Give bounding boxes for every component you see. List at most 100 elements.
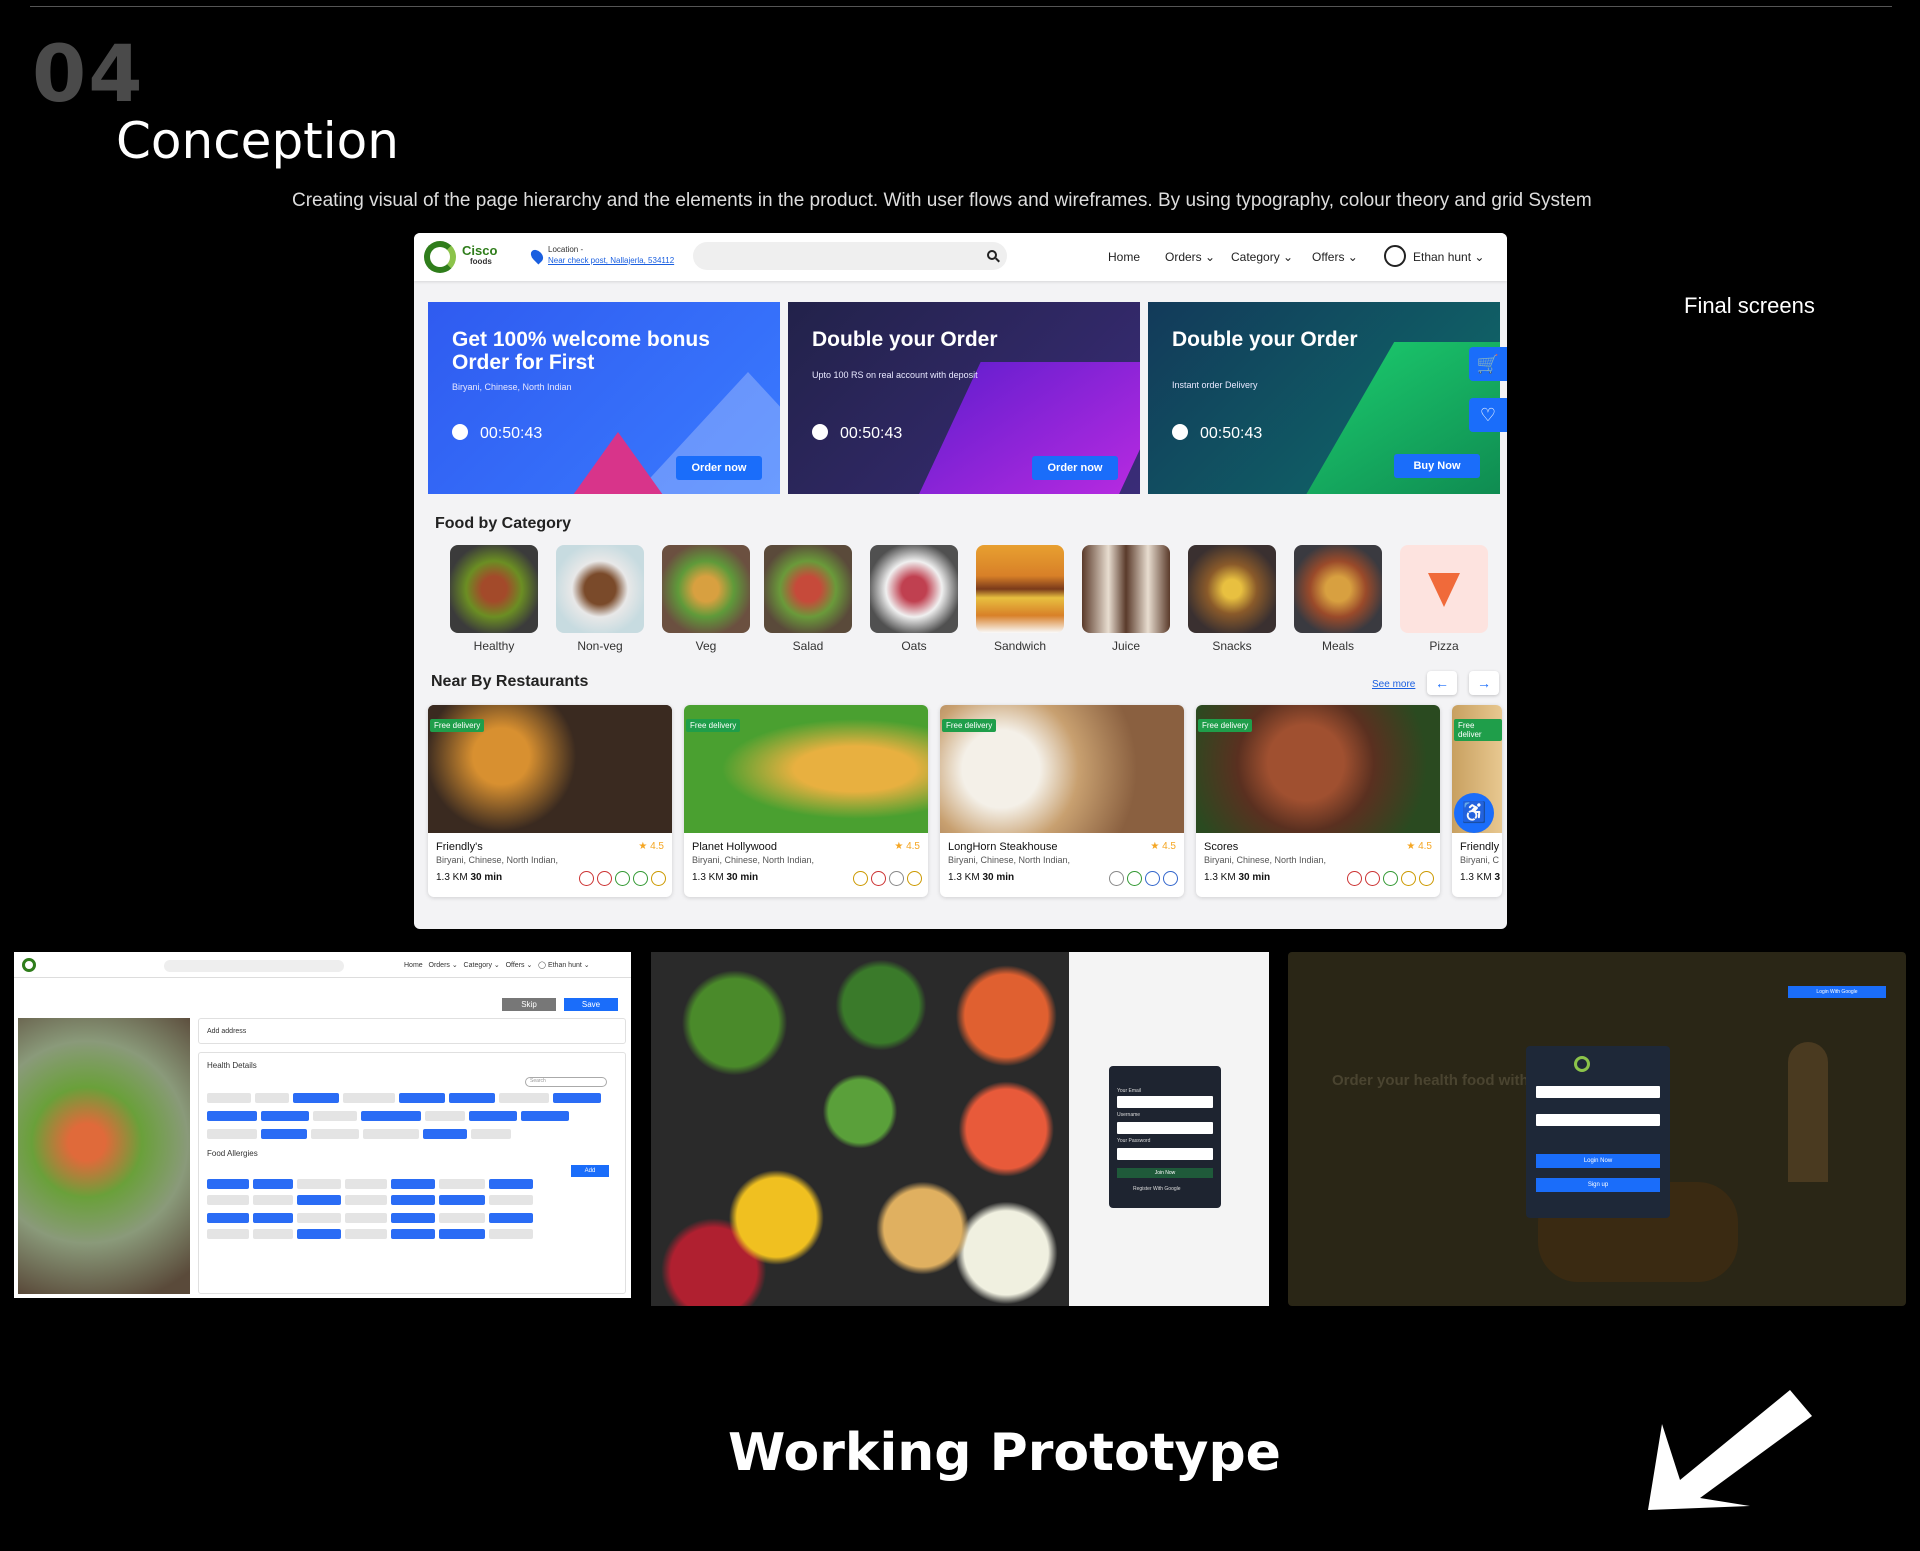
allergy-chip[interactable]	[489, 1195, 533, 1205]
health-search-input[interactable]: Search	[525, 1077, 607, 1087]
category-item-veg[interactable]: Veg	[662, 545, 750, 653]
allergy-chip[interactable]	[297, 1179, 341, 1189]
category-item-pizza[interactable]: Pizza	[1400, 545, 1488, 653]
email-field[interactable]	[1536, 1086, 1660, 1098]
email-field[interactable]	[1117, 1096, 1213, 1108]
user-menu[interactable]: Ethan hunt ⌄	[1413, 250, 1484, 264]
restaurant-card[interactable]: Free delivery Planet Hollywood ★ 4.5 Bir…	[684, 705, 928, 897]
condition-chip[interactable]	[255, 1093, 289, 1103]
promo-banner-1[interactable]: Get 100% welcome bonus Order for First B…	[428, 302, 780, 494]
category-item-snacks[interactable]: Snacks	[1188, 545, 1276, 653]
allergy-chip[interactable]	[253, 1229, 293, 1239]
condition-chip[interactable]	[363, 1129, 419, 1139]
nav-orders[interactable]: Orders ⌄	[1165, 250, 1215, 264]
condition-chip[interactable]	[553, 1093, 601, 1103]
save-button[interactable]: Save	[564, 998, 618, 1011]
accessibility-icon[interactable]: ♿	[1454, 793, 1494, 833]
category-item-oats[interactable]: Oats	[870, 545, 958, 653]
condition-chip[interactable]	[469, 1111, 517, 1121]
restaurant-card[interactable]: Free delivery Friendly's ★ 4.5 Biryani, …	[428, 705, 672, 897]
condition-chip[interactable]	[261, 1129, 307, 1139]
allergy-chip[interactable]	[489, 1179, 533, 1189]
arrow-right-icon[interactable]: →	[1469, 671, 1499, 695]
password-field[interactable]	[1536, 1114, 1660, 1126]
allergy-chip[interactable]	[391, 1229, 435, 1239]
promo-banner-2[interactable]: Double your Order Upto 100 RS on real ac…	[788, 302, 1140, 494]
condition-chip[interactable]	[293, 1093, 339, 1103]
search-icon[interactable]	[987, 250, 997, 260]
condition-chip[interactable]	[311, 1129, 359, 1139]
condition-chip[interactable]	[261, 1111, 309, 1121]
condition-chip[interactable]	[343, 1093, 395, 1103]
order-now-button[interactable]: Order now	[676, 456, 762, 480]
search-input[interactable]	[693, 242, 1007, 270]
allergy-chip[interactable]	[253, 1179, 293, 1189]
add-address-row[interactable]: Add address	[198, 1018, 626, 1044]
allergy-chip[interactable]	[391, 1179, 435, 1189]
nav-home[interactable]: Home	[1108, 250, 1140, 264]
category-item-meals[interactable]: Meals	[1294, 545, 1382, 653]
arrow-left-icon[interactable]: ←	[1427, 671, 1457, 695]
allergy-chip[interactable]	[439, 1229, 485, 1239]
condition-chip[interactable]	[361, 1111, 421, 1121]
condition-chip[interactable]	[207, 1093, 251, 1103]
restaurant-card[interactable]: Free delivery Scores ★ 4.5 Biryani, Chin…	[1196, 705, 1440, 897]
allergy-chip[interactable]	[489, 1213, 533, 1223]
allergy-chip[interactable]	[345, 1179, 387, 1189]
allergy-chip[interactable]	[297, 1213, 341, 1223]
login-google-button[interactable]: Login With Google	[1788, 986, 1886, 998]
allergy-chip[interactable]	[439, 1213, 485, 1223]
condition-chip[interactable]	[313, 1111, 357, 1121]
cart-icon[interactable]: 🛒	[1469, 347, 1507, 381]
skip-button[interactable]: Skip	[502, 998, 556, 1011]
register-google-link[interactable]: Register With Google	[1133, 1186, 1181, 1192]
category-item-healthy[interactable]: Healthy	[450, 545, 538, 653]
allergy-chip[interactable]	[207, 1213, 249, 1223]
nav-offers[interactable]: Offers ⌄	[1312, 250, 1358, 264]
user-avatar-icon[interactable]	[1384, 245, 1406, 267]
condition-chip[interactable]	[521, 1111, 569, 1121]
allergy-chip[interactable]	[391, 1195, 435, 1205]
allergy-chip[interactable]	[253, 1195, 293, 1205]
see-more-link[interactable]: See more	[1372, 679, 1415, 690]
category-item-juice[interactable]: Juice	[1082, 545, 1170, 653]
location-value[interactable]: Near check post, Nallajerla, 534112	[548, 256, 674, 265]
condition-chip[interactable]	[207, 1111, 257, 1121]
condition-chip[interactable]	[449, 1093, 495, 1103]
allergy-chip[interactable]	[297, 1195, 341, 1205]
allergy-chip[interactable]	[345, 1213, 387, 1223]
allergy-chip[interactable]	[207, 1179, 249, 1189]
allergy-chip[interactable]	[345, 1229, 387, 1239]
add-allergy-button[interactable]: Add	[571, 1165, 609, 1177]
allergy-chip[interactable]	[439, 1195, 485, 1205]
allergy-chip[interactable]	[391, 1213, 435, 1223]
category-item-salad[interactable]: Salad	[764, 545, 852, 653]
signup-button[interactable]: Sign up	[1536, 1178, 1660, 1192]
allergy-chip[interactable]	[489, 1229, 533, 1239]
restaurant-card[interactable]: Free delivery LongHorn Steakhouse ★ 4.5 …	[940, 705, 1184, 897]
promo-banner-3[interactable]: Double your Order Instant order Delivery…	[1148, 302, 1500, 494]
allergy-chip[interactable]	[207, 1195, 249, 1205]
category-item-sandwich[interactable]: Sandwich	[976, 545, 1064, 653]
order-now-button[interactable]: Order now	[1032, 456, 1118, 480]
allergy-chip[interactable]	[345, 1195, 387, 1205]
condition-chip[interactable]	[423, 1129, 467, 1139]
condition-chip[interactable]	[499, 1093, 549, 1103]
allergy-chip[interactable]	[253, 1213, 293, 1223]
condition-chip[interactable]	[471, 1129, 511, 1139]
heart-icon[interactable]: ♡	[1469, 398, 1507, 432]
password-field[interactable]	[1117, 1148, 1213, 1160]
allergy-chip[interactable]	[207, 1229, 249, 1239]
condition-chip[interactable]	[399, 1093, 445, 1103]
login-now-button[interactable]: Login Now	[1536, 1154, 1660, 1168]
allergy-chip[interactable]	[439, 1179, 485, 1189]
search-input[interactable]	[164, 960, 344, 972]
buy-now-button[interactable]: Buy Now	[1394, 454, 1480, 478]
allergy-chip[interactable]	[297, 1229, 341, 1239]
username-field[interactable]	[1117, 1122, 1213, 1134]
condition-chip[interactable]	[425, 1111, 465, 1121]
nav-category[interactable]: Category ⌄	[1231, 250, 1293, 264]
condition-chip[interactable]	[207, 1129, 257, 1139]
category-item-non-veg[interactable]: Non-veg	[556, 545, 644, 653]
logo-icon[interactable]	[424, 241, 456, 273]
